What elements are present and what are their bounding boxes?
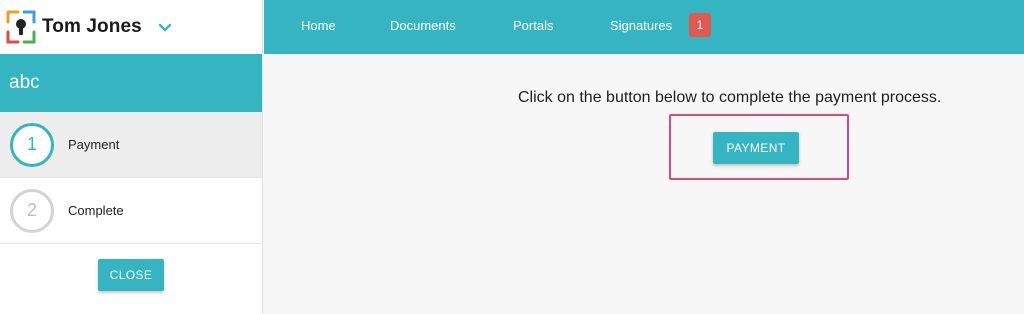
step-number: 1 xyxy=(26,134,37,154)
nav-home[interactable]: Home xyxy=(301,18,336,33)
signatures-count-badge: 1 xyxy=(689,13,711,37)
payment-instruction: Click on the button below to complete th… xyxy=(518,89,942,106)
app: Tom Jones abc 1 Payment 2 Complete CLOSE xyxy=(0,0,1024,314)
nav-portals[interactable]: Portals xyxy=(513,18,553,33)
top-nav: Home Documents Portals Signatures 1 xyxy=(264,0,1024,54)
close-button-wrap: CLOSE xyxy=(0,244,262,291)
step-number-circle: 1 xyxy=(10,122,54,167)
brand-header: Tom Jones xyxy=(0,0,262,54)
step-payment[interactable]: 1 Payment xyxy=(0,112,262,178)
main-content: Click on the button below to complete th… xyxy=(264,54,1024,314)
app-logo-icon xyxy=(5,9,37,45)
step-label: Payment xyxy=(68,137,120,152)
project-title-bar: abc xyxy=(0,54,262,112)
step-number: 2 xyxy=(26,200,37,220)
step-number-circle: 2 xyxy=(10,188,54,233)
chevron-down-icon[interactable] xyxy=(158,23,172,33)
step-complete[interactable]: 2 Complete xyxy=(0,178,262,244)
close-button[interactable]: CLOSE xyxy=(98,259,164,291)
nav-documents[interactable]: Documents xyxy=(390,18,456,33)
step-label: Complete xyxy=(68,203,124,218)
project-name: abc xyxy=(9,72,40,93)
payment-button[interactable]: PAYMENT xyxy=(713,132,799,164)
user-name: Tom Jones xyxy=(42,16,142,37)
sidebar: Tom Jones abc 1 Payment 2 Complete CLOSE xyxy=(0,0,263,314)
nav-signatures[interactable]: Signatures xyxy=(610,18,672,33)
